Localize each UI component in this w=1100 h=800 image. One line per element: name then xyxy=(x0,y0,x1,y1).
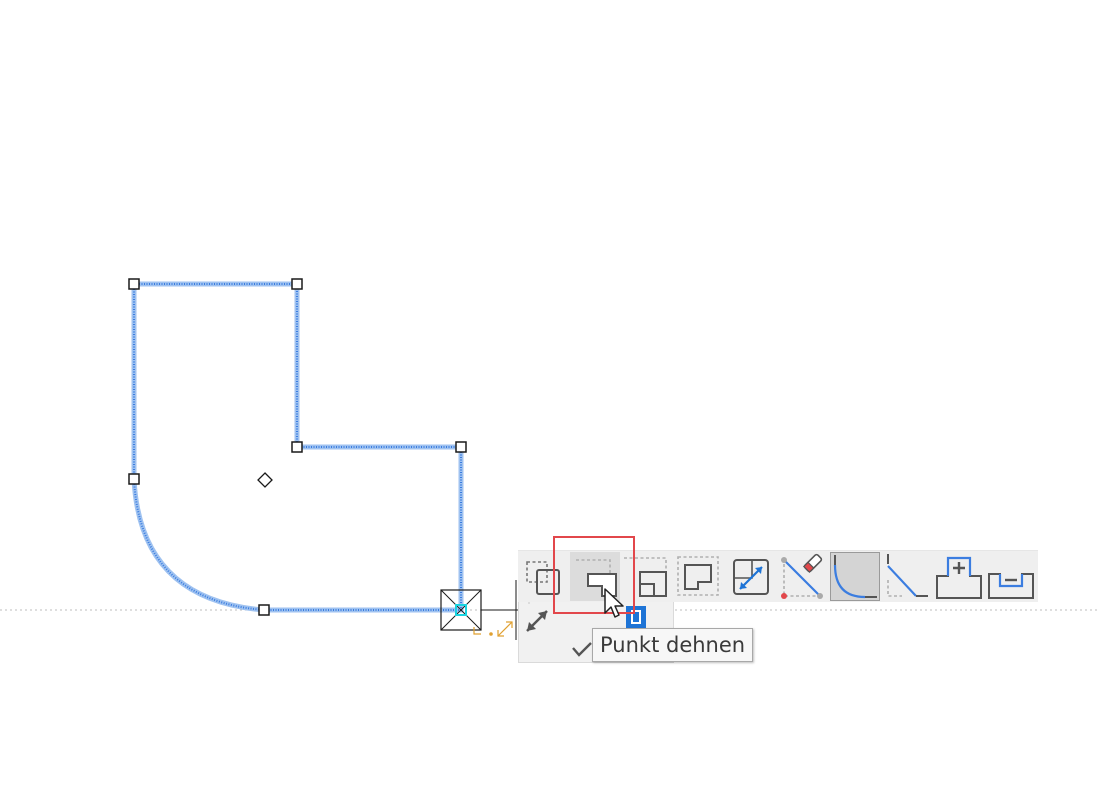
vertex-handle[interactable] xyxy=(291,278,303,290)
tooltip: Punkt dehnen xyxy=(592,628,754,662)
diagonal-resize-icon[interactable] xyxy=(526,610,548,632)
erase-line-icon xyxy=(781,553,823,599)
check-icon[interactable] xyxy=(572,642,592,657)
drawing-canvas[interactable] xyxy=(0,0,1100,800)
vertex-handle[interactable] xyxy=(455,441,467,453)
add-notch-icon xyxy=(936,556,982,599)
mouse-cursor-icon xyxy=(604,588,624,618)
remove-notch-icon xyxy=(988,573,1034,599)
move-diagonal-icon xyxy=(733,559,769,595)
vertex-handle[interactable] xyxy=(128,278,140,290)
corner-shape-dashed-tool-button[interactable] xyxy=(674,552,724,601)
chamfer-icon xyxy=(887,554,928,597)
erase-line-tool-button[interactable] xyxy=(780,552,830,601)
remove-notch-tool-button[interactable] xyxy=(986,552,1036,601)
shape-center-marker[interactable] xyxy=(257,472,273,488)
vertex-handle[interactable] xyxy=(128,473,140,485)
vertex-handle[interactable] xyxy=(291,441,303,453)
fillet-icon xyxy=(833,555,877,599)
move-diagonal-tool-button[interactable] xyxy=(728,552,778,601)
corner-shape-dashed-icon xyxy=(677,556,719,596)
chamfer-tool-button[interactable] xyxy=(882,552,932,601)
vertex-handle[interactable] xyxy=(258,604,270,616)
add-notch-tool-button[interactable] xyxy=(934,552,984,601)
fillet-tool-button[interactable] xyxy=(830,552,880,601)
